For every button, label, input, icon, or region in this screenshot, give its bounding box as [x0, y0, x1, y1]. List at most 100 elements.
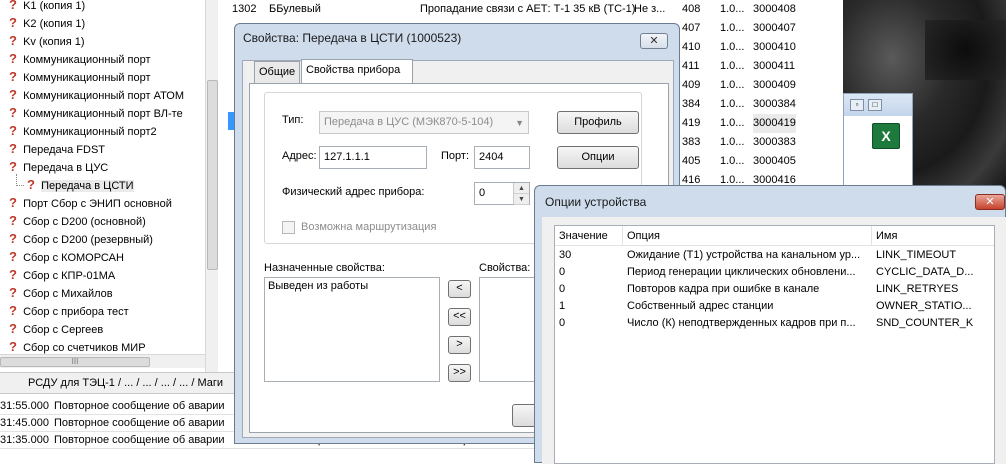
- options-button[interactable]: Опции: [557, 146, 639, 169]
- tree-item[interactable]: ? K2 (копия 1): [6, 14, 85, 32]
- spinner[interactable]: ▲ ▼: [513, 183, 529, 205]
- tree-item[interactable]: ? Сбор с КОМОРСАН: [6, 248, 124, 266]
- row-col-a: 409: [682, 79, 701, 91]
- maximize-button[interactable]: □: [868, 99, 882, 111]
- chevron-down-icon: ▼: [515, 118, 524, 128]
- tree-item-label: Сбор с D200 (резервный): [23, 234, 153, 246]
- column-header-option[interactable]: Опция: [623, 226, 872, 246]
- phys-address-value: 0: [479, 187, 486, 199]
- option-name: CYCLIC_DATA_D...: [876, 266, 974, 278]
- move-all-left-button[interactable]: <<: [448, 308, 471, 326]
- close-button[interactable]: ✕: [975, 194, 1005, 210]
- option-name: OWNER_STATIO...: [876, 300, 972, 312]
- table-row[interactable]: 0 Число (К) неподтвержденных кадров при п…: [555, 315, 994, 332]
- routing-label: Возможна маршрутизация: [301, 221, 437, 233]
- column-header-name[interactable]: Имя: [872, 226, 994, 246]
- move-left-button[interactable]: <: [448, 280, 471, 298]
- tree-item[interactable]: ? Сбор с прибора тест: [6, 302, 129, 320]
- tree-item-label: Сбор с прибора тест: [23, 306, 129, 318]
- list-item[interactable]: Выведен из работы: [268, 280, 436, 292]
- tree-item[interactable]: ? Kv (копия 1): [6, 32, 85, 50]
- table-row[interactable]: 0 Период генерации циклических обновлени.…: [555, 264, 994, 281]
- port-label: Порт:: [441, 150, 469, 162]
- tree-item[interactable]: ? Сбор с КПР-01МА: [6, 266, 115, 284]
- row-col-b: 1.0...: [720, 136, 745, 148]
- tree-item[interactable]: ? Коммуникационный порт: [6, 50, 151, 68]
- phys-address-label: Физический адрес прибора:: [282, 186, 425, 198]
- question-icon: ?: [9, 105, 17, 120]
- row-col-b: 1.0...: [720, 60, 745, 72]
- tree-item-label: Сбор со счетчиков МИР: [23, 342, 146, 354]
- close-icon: ✕: [985, 196, 995, 208]
- spin-down-icon[interactable]: ▼: [514, 194, 529, 205]
- tree-horizontal-scrollbar[interactable]: III: [0, 354, 205, 368]
- type-combo[interactable]: Передача в ЦУС (МЭК870-5-104) ▼: [319, 111, 529, 134]
- table-row[interactable]: 30 Ожидание (T1) устройства на канальном …: [555, 247, 994, 264]
- routing-checkbox[interactable]: [282, 221, 295, 234]
- question-icon: ?: [9, 213, 17, 228]
- option-description: Собственный адрес станции: [627, 300, 774, 312]
- log-time: 31:45.000: [0, 417, 49, 429]
- restore-button[interactable]: ▫: [850, 99, 864, 111]
- tree-item[interactable]: ? K1 (копия 1): [6, 0, 85, 14]
- tree-item[interactable]: ? Коммуникационный порт: [6, 68, 151, 86]
- row-col-a: 408: [682, 3, 701, 15]
- excel-icon[interactable]: X: [872, 123, 900, 149]
- option-description: Ожидание (T1) устройства на канальном ур…: [627, 249, 861, 261]
- move-all-right-button[interactable]: >>: [448, 364, 471, 382]
- log-time: 31:55.000: [0, 400, 49, 412]
- scrollbar-thumb[interactable]: III: [0, 357, 150, 367]
- tree-item[interactable]: ? Коммуникационный порт АТОМ: [6, 86, 184, 104]
- question-icon: ?: [9, 321, 17, 336]
- maximize-icon: □: [872, 100, 878, 109]
- question-icon: ?: [9, 195, 17, 210]
- tree-item[interactable]: ? Порт Сбор с ЭНИП основной: [6, 194, 172, 212]
- scrollbar-thumb[interactable]: [207, 80, 218, 270]
- tree-item[interactable]: ? Сбор с D200 (основной): [6, 212, 146, 230]
- option-value: 1: [559, 300, 566, 312]
- background-photo-shadow: [925, 20, 1006, 80]
- tree-item[interactable]: ? Передача FDST: [6, 140, 105, 158]
- option-name: LINK_TIMEOUT: [876, 249, 957, 261]
- row-col-b: 1.0...: [720, 3, 745, 15]
- option-description: Повторов кадра при ошибке в канале: [627, 283, 820, 295]
- table-row[interactable]: 1 Собственный адрес станции OWNER_STATIO..…: [555, 298, 994, 315]
- question-icon: ?: [9, 249, 17, 264]
- row-code: 3000383: [753, 136, 796, 148]
- object-tree[interactable]: ? K1 (копия 1)? K2 (копия 1)? Kv (копия …: [0, 0, 205, 372]
- move-right-button[interactable]: >: [448, 336, 471, 354]
- profile-button[interactable]: Профиль: [557, 111, 639, 134]
- close-button[interactable]: ✕: [640, 33, 668, 49]
- row-col-b: 1.0...: [720, 98, 745, 110]
- tab-device-properties[interactable]: Свойства прибора: [301, 59, 413, 83]
- breadcrumb: РСДУ для ТЭЦ-1 / ... / ... / ... / ... /…: [0, 372, 236, 394]
- table-row[interactable]: 0 Повторов кадра при ошибке в канале LINK_…: [555, 281, 994, 298]
- tab-general[interactable]: Общие: [254, 61, 300, 83]
- question-icon: ?: [9, 267, 17, 282]
- tree-item-label: Сбор с D200 (основной): [23, 216, 146, 228]
- options-table[interactable]: Значение Опция Имя 30 Ожидание (T1) устро…: [554, 225, 995, 464]
- tree-item[interactable]: ? Передача в ЦСТИ: [24, 176, 134, 194]
- tree-item[interactable]: ? Сбор с Сергеев: [6, 320, 103, 338]
- tree-item-label: Kv (копия 1): [23, 36, 85, 48]
- tree-item[interactable]: ? Коммуникационный порт2: [6, 122, 157, 140]
- excel-window[interactable]: ▫ □ X: [843, 93, 913, 191]
- tree-item[interactable]: ? Сбор с D200 (резервный): [6, 230, 153, 248]
- log-message: Повторное сообщение об аварии: [54, 400, 225, 412]
- tree-item[interactable]: ? Коммуникационный порт ВЛ-те: [6, 104, 183, 122]
- spin-up-icon[interactable]: ▲: [514, 183, 529, 194]
- available-properties-label: Свойства:: [479, 262, 531, 274]
- log-message: Повторное сообщение об аварии: [54, 434, 225, 446]
- address-field[interactable]: 127.1.1.1: [319, 146, 427, 169]
- tree-item[interactable]: ? Сбор с Михайлов: [6, 284, 113, 302]
- tree-vertical-scrollbar[interactable]: [205, 0, 218, 372]
- tree-connector: [16, 174, 24, 186]
- assigned-properties-list[interactable]: Выведен из работы: [264, 277, 440, 382]
- dialog-body: Значение Опция Имя 30 Ожидание (T1) устро…: [542, 217, 1006, 464]
- row-code: 3000408: [753, 3, 796, 15]
- tree-item-label: Сбор с Сергеев: [23, 324, 104, 336]
- row-code: 3000384: [753, 98, 796, 110]
- table-row[interactable]: 1302 ББулевый Пропадание связи с АЕТ: Т-…: [205, 0, 820, 19]
- port-field[interactable]: 2404: [474, 146, 530, 169]
- column-header-value[interactable]: Значение: [555, 226, 623, 246]
